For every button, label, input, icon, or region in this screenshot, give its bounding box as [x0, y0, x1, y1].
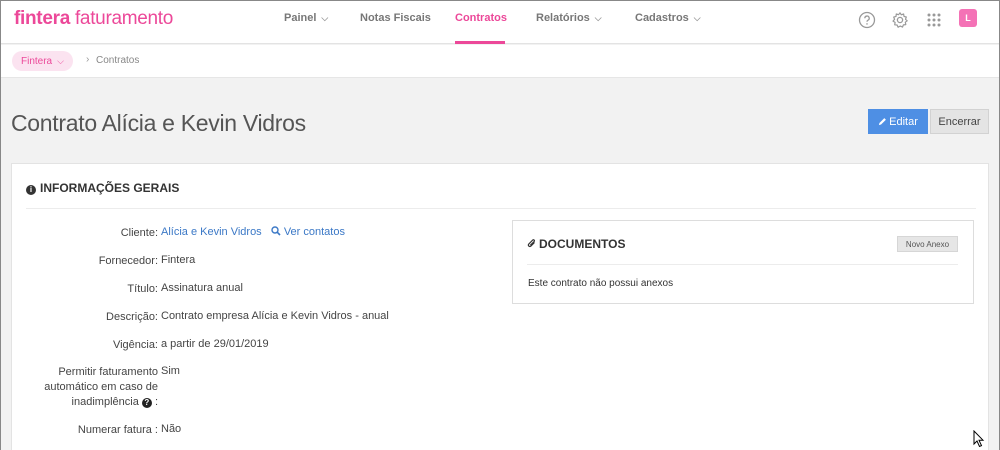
breadcrumb-current: Contratos — [96, 55, 140, 66]
cliente-value: Alícia e Kevin Vidros Ver contatos — [161, 226, 345, 238]
active-tab-indicator — [455, 41, 505, 44]
cliente-label: Cliente: — [120, 227, 158, 239]
nav-item-painel[interactable]: Painel ⌵ — [284, 12, 328, 24]
nav-item-label: Painel — [284, 12, 317, 24]
breadcrumb-org-label: Fintera — [21, 56, 53, 67]
help-icon[interactable] — [858, 11, 876, 29]
pencil-icon — [879, 117, 887, 125]
chevron-down-icon: ⌵ — [321, 13, 329, 23]
close-contract-button[interactable]: Encerrar — [930, 109, 989, 134]
numerar-fatura-label: Numerar fatura : — [77, 424, 158, 436]
cliente-link[interactable]: Alícia e Kevin Vidros — [161, 226, 262, 238]
titulo-label: Título: — [127, 283, 158, 295]
search-icon — [271, 226, 281, 236]
label-text: inadimplência — [71, 396, 139, 408]
breadcrumb: Fintera ⌵ › Contratos — [0, 45, 1000, 78]
documents-box: DOCUMENTOS Novo Anexo Este contrato não … — [512, 220, 974, 304]
nav-item-label: Relatórios — [536, 12, 590, 24]
chevron-down-icon: ⌵ — [57, 56, 64, 66]
documents-empty-message: Este contrato não possui anexos — [528, 278, 674, 289]
chevron-down-icon: ⌵ — [594, 13, 602, 23]
nav-item-cadastros[interactable]: Cadastros ⌵ — [635, 12, 701, 24]
panel-heading-label: INFORMAÇÕES GERAIS — [40, 181, 180, 195]
logo-product: faturamento — [74, 8, 174, 29]
question-icon[interactable]: ? — [141, 398, 152, 408]
permitir-faturamento-value: Sim — [161, 365, 180, 377]
documents-heading-label: DOCUMENTOS — [539, 237, 626, 251]
page-title: Contrato Alícia e Kevin Vidros — [11, 110, 306, 136]
fornecedor-label: Fornecedor: — [98, 255, 158, 267]
label-line: Permitir faturamento — [58, 366, 158, 378]
mouse-cursor-icon — [973, 430, 985, 448]
label-line: automático em caso de — [44, 381, 158, 393]
nav-item-relatorios[interactable]: Relatórios ⌵ — [536, 12, 602, 24]
general-info-panel: i INFORMAÇÕES GERAIS Cliente: Alícia e Ke… — [11, 163, 989, 450]
numerar-fatura-value: Não — [161, 423, 182, 435]
edit-button-label: Editar — [889, 115, 918, 128]
nav-item-label: Notas Fiscais — [360, 12, 431, 24]
new-attachment-button[interactable]: Novo Anexo — [897, 236, 958, 252]
panel-heading: i INFORMAÇÕES GERAIS — [26, 181, 179, 195]
label-line: inadimplência ? : — [12, 395, 158, 410]
nav-item-label: Cadastros — [635, 12, 689, 24]
apps-grid-icon[interactable] — [925, 11, 943, 29]
descricao-label: Descrição: — [106, 311, 158, 323]
info-icon: i — [26, 185, 36, 195]
app-logo[interactable]: fintera faturamento — [14, 8, 173, 30]
chevron-right-icon: › — [86, 54, 90, 65]
chevron-down-icon: ⌵ — [693, 13, 701, 23]
logo-brand: fintera — [14, 8, 70, 29]
breadcrumb-org-selector[interactable]: Fintera ⌵ — [12, 51, 73, 71]
paperclip-icon — [527, 239, 535, 248]
user-avatar[interactable]: L — [959, 9, 977, 27]
edit-button[interactable]: Editar — [868, 109, 928, 134]
titulo-value: Assinatura anual — [161, 282, 243, 294]
ver-contatos-link[interactable]: Ver contatos — [271, 226, 345, 238]
nav-item-label: Contratos — [455, 12, 507, 24]
permitir-faturamento-label: Permitir faturamento automático em caso … — [12, 365, 158, 410]
descricao-value: Contrato empresa Alícia e Kevin Vidros -… — [161, 310, 389, 322]
divider — [26, 208, 976, 209]
fornecedor-value: Fintera — [161, 254, 196, 266]
gear-icon[interactable] — [891, 11, 909, 29]
vigencia-label: Vigência: — [112, 339, 158, 351]
nav-item-contratos[interactable]: Contratos — [455, 12, 507, 24]
ver-contatos-label: Ver contatos — [283, 226, 345, 238]
top-navbar: fintera faturamento Painel ⌵ Notas Fiscai… — [0, 0, 1000, 44]
divider — [527, 264, 958, 265]
nav-item-notas-fiscais[interactable]: Notas Fiscais — [360, 12, 431, 24]
label-colon: : — [154, 396, 158, 408]
vigencia-value: a partir de 29/01/2019 — [161, 338, 269, 350]
documents-heading: DOCUMENTOS — [527, 237, 625, 251]
